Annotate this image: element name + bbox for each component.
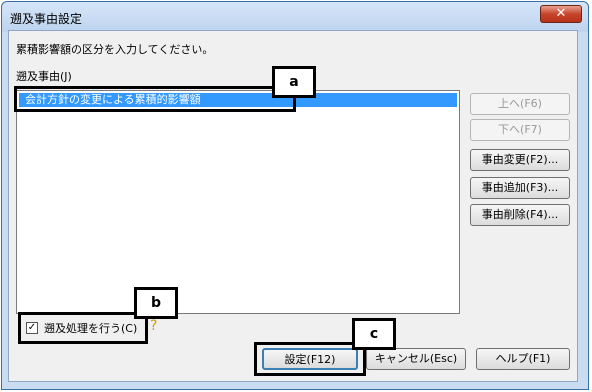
move-up-button[interactable]: 上へ(F6): [470, 93, 570, 115]
instruction-text: 累積影響額の区分を入力してください。: [16, 43, 214, 56]
move-down-button[interactable]: 下へ(F7): [470, 119, 570, 141]
callout-a-highlight: [14, 86, 296, 112]
list-label: 遡及事由(J): [16, 70, 72, 83]
reason-listbox[interactable]: 会計方針の変更による累積的影響額: [16, 90, 460, 314]
add-reason-button[interactable]: 事由追加(F3)...: [470, 177, 570, 199]
callout-c-tag: c: [352, 318, 396, 350]
close-icon: ✕: [555, 6, 567, 21]
question-key-icon[interactable]: ?: [150, 318, 157, 334]
callout-b-highlight: [18, 312, 148, 344]
help-button[interactable]: ヘルプ(F1): [476, 348, 570, 370]
callout-b-tag: b: [134, 287, 178, 319]
window-title: 遡及事由設定: [10, 12, 83, 26]
title-bar[interactable]: 遡及事由設定 ✕: [2, 2, 588, 32]
callout-a-tag: a: [272, 66, 316, 98]
callout-c-highlight: [254, 342, 366, 376]
cancel-button[interactable]: キャンセル(Esc): [366, 348, 466, 370]
delete-reason-button[interactable]: 事由削除(F4)...: [470, 204, 570, 226]
close-button[interactable]: ✕: [540, 5, 582, 23]
change-reason-button[interactable]: 事由変更(F2)...: [470, 149, 570, 171]
